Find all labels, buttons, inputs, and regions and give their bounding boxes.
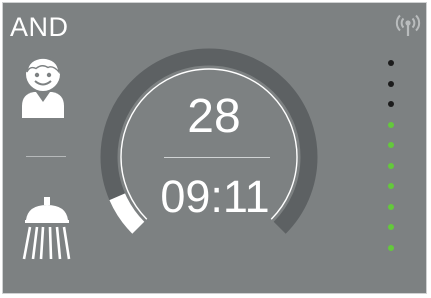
level-dot-lit xyxy=(388,142,394,148)
shower-head-icon[interactable] xyxy=(20,196,74,262)
level-dot-lit xyxy=(388,162,394,169)
child-face-icon[interactable] xyxy=(18,50,68,120)
level-dot-lit xyxy=(388,121,394,128)
level-dot-lit xyxy=(388,183,394,189)
level-dot-unlit xyxy=(388,80,394,87)
level-dot-lit xyxy=(388,244,394,251)
level-dot-unlit xyxy=(388,60,394,66)
antenna-signal-icon xyxy=(395,14,421,36)
level-dot-lit xyxy=(388,203,394,210)
level-dot-lit xyxy=(388,224,394,230)
mode-label: AND xyxy=(10,12,69,42)
sidebar-divider xyxy=(26,156,66,157)
dial-divider xyxy=(164,157,270,158)
level-indicator xyxy=(386,60,396,256)
dial-value: 28 xyxy=(187,90,241,143)
dial-level-fill xyxy=(109,193,145,234)
dial-time: 09:11 xyxy=(160,171,270,222)
level-dot-unlit xyxy=(388,101,394,107)
